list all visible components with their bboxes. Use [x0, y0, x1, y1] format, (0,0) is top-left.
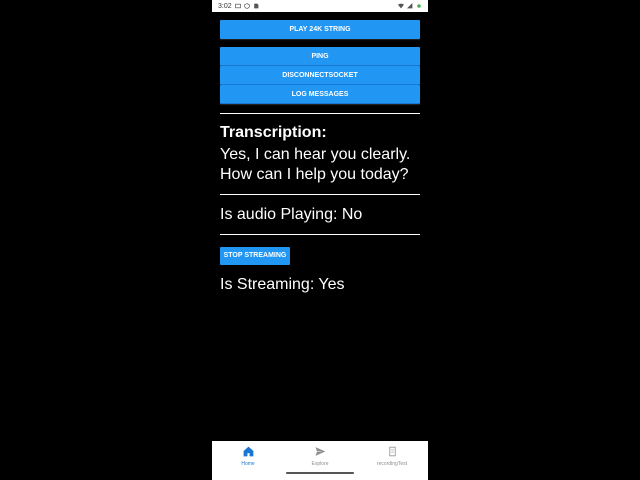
- document-icon: [388, 446, 396, 457]
- tab-explore[interactable]: Explore: [284, 441, 356, 467]
- main-content: PLAY 24K STRING PING DISCONNECTSOCKET LO…: [220, 20, 420, 295]
- audio-playing-status: Is audio Playing: No: [220, 206, 363, 223]
- status-time: 3:02: [218, 2, 232, 10]
- transcription-title: Transcription:: [220, 124, 327, 141]
- divider-middle: [220, 194, 420, 195]
- battery-icon: [417, 4, 421, 8]
- status-bar: 3:02: [212, 0, 428, 12]
- signal-icon: [407, 3, 413, 9]
- home-icon: [243, 446, 253, 457]
- tab-recording-test[interactable]: recordingTest: [356, 441, 428, 467]
- tab-home-label: Home: [241, 461, 255, 467]
- status-right: [398, 3, 422, 9]
- disconnect-socket-button[interactable]: DISCONNECTSOCKET: [220, 66, 420, 85]
- tab-home[interactable]: Home: [212, 441, 284, 467]
- divider-top: [220, 113, 420, 114]
- log-messages-button[interactable]: LOG MESSAGES: [220, 85, 420, 104]
- stop-streaming-button[interactable]: STOP STREAMING: [220, 247, 290, 265]
- tab-recording-test-label: recordingTest: [376, 461, 407, 467]
- tab-explore-label: Explore: [311, 461, 329, 467]
- transcription-section: Transcription: Yes, I can hear you clear…: [220, 124, 420, 185]
- action-button-stack: PING DISCONNECTSOCKET LOG MESSAGES: [220, 47, 420, 104]
- status-left: 3:02: [218, 3, 259, 10]
- sd-card-icon: [253, 3, 259, 9]
- streaming-status: Is Streaming: Yes: [220, 276, 345, 293]
- shield-icon: [243, 3, 250, 9]
- home-indicator[interactable]: [286, 472, 354, 474]
- play-24k-string-button[interactable]: PLAY 24K STRING: [220, 20, 420, 39]
- phone-screen: 3:02 PLAY 24K STRING PING DISCONNECTSOCK…: [212, 0, 428, 480]
- transcription-text: Yes, I can hear you clearly. How can I h…: [220, 146, 411, 183]
- ping-button[interactable]: PING: [220, 47, 420, 66]
- bottom-tab-bar: Home Explore recordingTest: [212, 441, 428, 480]
- stop-streaming-wrapper: STOP STREAMING: [220, 244, 420, 265]
- divider-bottom: [220, 234, 420, 235]
- send-icon: [314, 446, 327, 457]
- wifi-icon: [398, 3, 404, 9]
- screen-record-icon: [234, 3, 241, 9]
